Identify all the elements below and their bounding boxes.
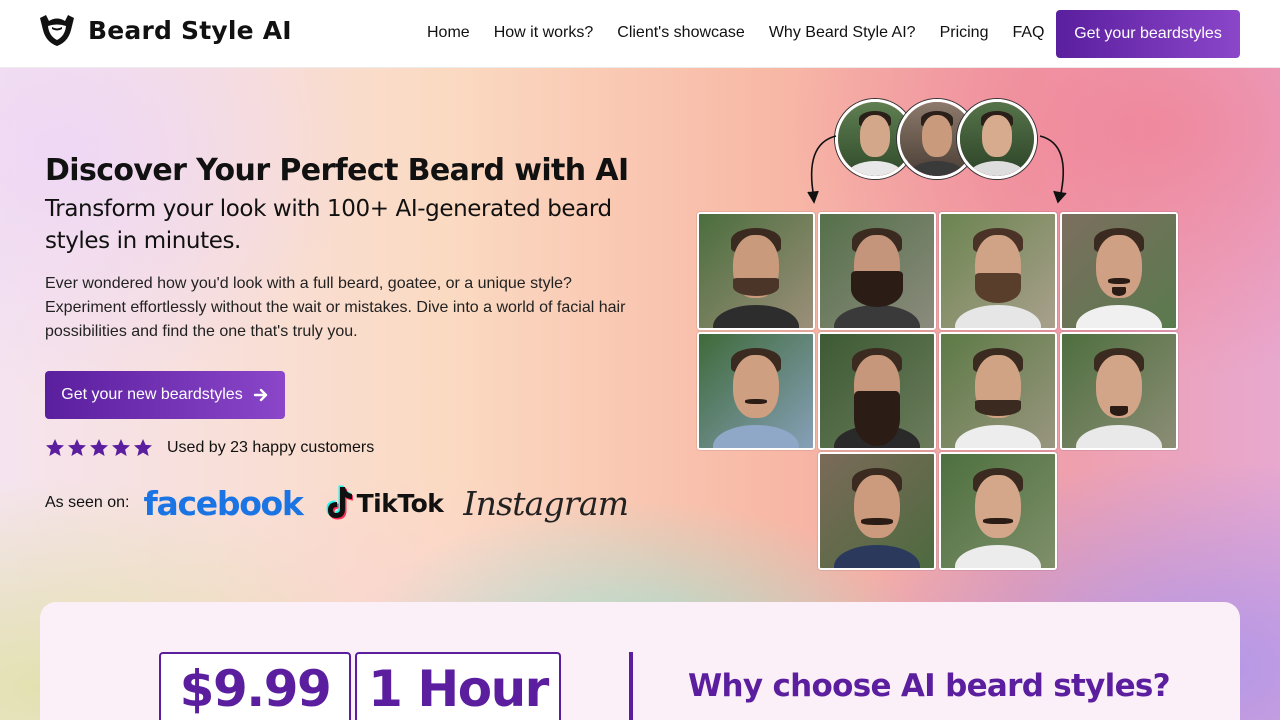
rating-text: Used by 23 happy customers xyxy=(167,439,375,456)
beard-logo-icon xyxy=(40,15,74,46)
star-icon xyxy=(134,439,152,456)
curved-arrow-left-icon xyxy=(807,135,837,204)
why-choose-heading: Why choose AI beard styles? xyxy=(688,668,1171,704)
tiktok-icon xyxy=(326,485,353,520)
star-icon xyxy=(112,439,130,456)
tiktok-logo: TikTok xyxy=(323,485,444,521)
delivery-time-value: 1 Hour xyxy=(368,660,549,718)
nav-clients-showcase[interactable]: Client's showcase xyxy=(617,20,745,46)
site-header: Beard Style AI Home How it works? Client… xyxy=(0,0,1280,68)
curved-arrow-right-icon xyxy=(1039,135,1067,204)
nav-faq[interactable]: FAQ xyxy=(1012,20,1044,46)
beard-style-photo xyxy=(1060,332,1178,450)
before-photo xyxy=(957,99,1037,179)
nav-home[interactable]: Home xyxy=(427,20,470,46)
price-value: $9.99 xyxy=(179,660,332,718)
beard-style-photo xyxy=(939,332,1057,450)
star-icon xyxy=(46,439,64,456)
beard-style-photo xyxy=(818,332,936,450)
star-icon xyxy=(68,439,86,456)
arrow-right-icon xyxy=(253,388,267,402)
main-nav: Home How it works? Client's showcase Why… xyxy=(415,20,1056,46)
instagram-logo: Instagram xyxy=(463,483,629,523)
star-icon xyxy=(90,439,108,456)
get-beardstyles-button[interactable]: Get your beardstyles xyxy=(1056,10,1240,58)
cta-label: Get your new beardstyles xyxy=(61,386,243,403)
beard-style-photo xyxy=(939,212,1057,330)
tiktok-wordmark: TikTok xyxy=(356,488,444,518)
beard-style-photo xyxy=(818,212,936,330)
nav-pricing[interactable]: Pricing xyxy=(940,20,989,46)
facebook-logo: facebook xyxy=(143,483,304,523)
delivery-time-box: 1 Hour xyxy=(355,652,561,720)
as-seen-on-label: As seen on: xyxy=(45,494,130,511)
beard-style-photo xyxy=(1060,212,1178,330)
customer-rating: Used by 23 happy customers xyxy=(45,438,374,458)
rating-stars xyxy=(45,438,153,458)
price-box: $9.99 xyxy=(159,652,351,720)
section-divider xyxy=(629,652,633,720)
pricing-summary-card: $9.99 1 Hour Why choose AI beard styles? xyxy=(40,602,1240,720)
hero-subtitle: Transform your look with 100+ AI-generat… xyxy=(45,196,612,254)
hero-description: Ever wondered how you'd look with a full… xyxy=(45,275,626,340)
beard-style-photo xyxy=(697,332,815,450)
hero-title: Discover Your Perfect Beard with AI xyxy=(45,153,629,188)
brand-name: Beard Style AI xyxy=(88,15,292,45)
as-seen-on: As seen on: facebook TikTok Instagram xyxy=(45,478,629,528)
beard-style-photo xyxy=(939,452,1057,570)
nav-how-it-works[interactable]: How it works? xyxy=(494,20,594,46)
before-photos xyxy=(835,99,1040,179)
get-new-beardstyles-button[interactable]: Get your new beardstyles xyxy=(45,371,285,419)
nav-why-beard-style-ai[interactable]: Why Beard Style AI? xyxy=(769,20,916,46)
beard-style-photo xyxy=(697,212,815,330)
beard-style-photo xyxy=(818,452,936,570)
brand-logo[interactable]: Beard Style AI xyxy=(38,12,292,48)
hero-section: Discover Your Perfect Beard with AI Tran… xyxy=(0,68,1280,720)
